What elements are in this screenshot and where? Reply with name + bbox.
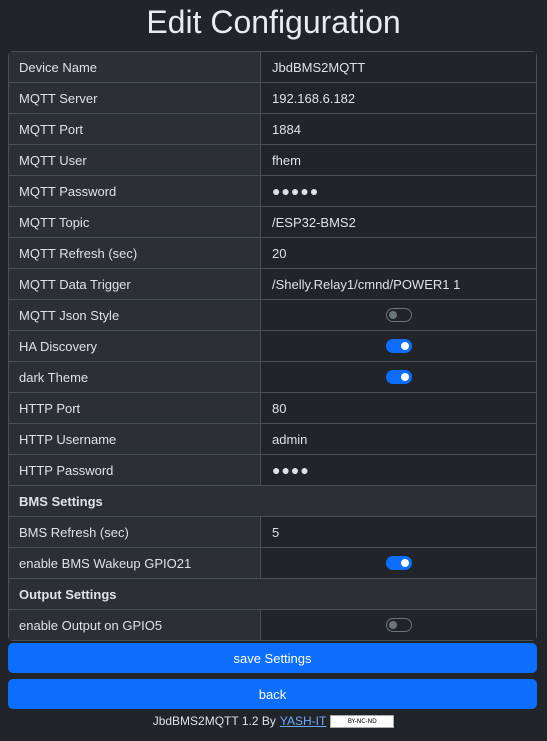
http-port-field[interactable]: 80: [261, 393, 536, 423]
setting-row-mqtt-json-style: MQTT Json Style: [8, 300, 537, 331]
setting-label: Device Name: [9, 52, 261, 82]
setting-row-http-password: HTTP Password ●●●●: [8, 455, 537, 486]
device-name-field[interactable]: JbdBMS2MQTT: [261, 52, 536, 82]
setting-row-bms-wakeup: enable BMS Wakeup GPIO21: [8, 548, 537, 579]
setting-label: MQTT Data Trigger: [9, 269, 261, 299]
setting-row-mqtt-port: MQTT Port 1884: [8, 114, 537, 145]
http-username-field[interactable]: admin: [261, 424, 536, 454]
setting-label: MQTT Json Style: [9, 300, 261, 330]
bms-wakeup-toggle[interactable]: [385, 556, 412, 570]
toggle-knob: [400, 373, 409, 381]
setting-label: enable BMS Wakeup GPIO21: [9, 548, 261, 578]
setting-row-mqtt-password: MQTT Password ●●●●●: [8, 176, 537, 207]
setting-row-mqtt-user: MQTT User fhem: [8, 145, 537, 176]
http-password-field[interactable]: ●●●●: [261, 455, 536, 485]
setting-label: HA Discovery: [9, 331, 261, 361]
mqtt-password-field[interactable]: ●●●●●: [261, 176, 536, 206]
output-settings-heading: Output Settings: [8, 579, 537, 610]
setting-label: BMS Refresh (sec): [9, 517, 261, 547]
setting-row-http-port: HTTP Port 80: [8, 393, 537, 424]
setting-row-ha-discovery: HA Discovery: [8, 331, 537, 362]
mqtt-server-field[interactable]: 192.168.6.182: [261, 83, 536, 113]
bms-refresh-field[interactable]: 5: [261, 517, 536, 547]
mqtt-data-trigger-field[interactable]: /Shelly.Relay1/cmnd/POWER1 1: [261, 269, 536, 299]
output-gpio-toggle[interactable]: [385, 618, 412, 632]
setting-label: MQTT Port: [9, 114, 261, 144]
setting-row-mqtt-server: MQTT Server 192.168.6.182: [8, 83, 537, 114]
settings-table: Device Name JbdBMS2MQTT MQTT Server 192.…: [8, 51, 537, 641]
yash-it-link[interactable]: YASH-IT: [280, 714, 326, 728]
toggle-knob: [388, 311, 397, 319]
setting-row-output-gpio: enable Output on GPIO5: [8, 610, 537, 641]
setting-row-dark-theme: dark Theme: [8, 362, 537, 393]
mqtt-json-style-toggle[interactable]: [385, 308, 412, 322]
setting-row-device-name: Device Name JbdBMS2MQTT: [8, 51, 537, 83]
setting-label: enable Output on GPIO5: [9, 610, 261, 640]
setting-row-bms-refresh: BMS Refresh (sec) 5: [8, 517, 537, 548]
ha-discovery-toggle[interactable]: [385, 339, 412, 353]
setting-label: MQTT Refresh (sec): [9, 238, 261, 268]
mqtt-topic-field[interactable]: /ESP32-BMS2: [261, 207, 536, 237]
cc-license-badge[interactable]: BY-NC-ND: [330, 714, 395, 728]
toggle-knob: [388, 621, 397, 629]
bms-settings-heading: BMS Settings: [8, 486, 537, 517]
mqtt-port-field[interactable]: 1884: [261, 114, 536, 144]
setting-label: MQTT Password: [9, 176, 261, 206]
setting-label: HTTP Username: [9, 424, 261, 454]
setting-label: dark Theme: [9, 362, 261, 392]
footer-text: JbdBMS2MQTT 1.2 By: [152, 714, 276, 728]
setting-row-http-username: HTTP Username admin: [8, 424, 537, 455]
setting-label: MQTT Topic: [9, 207, 261, 237]
setting-label: HTTP Password: [9, 455, 261, 485]
save-settings-button[interactable]: save Settings: [8, 643, 537, 673]
setting-label: HTTP Port: [9, 393, 261, 423]
setting-row-mqtt-refresh: MQTT Refresh (sec) 20: [8, 238, 537, 269]
setting-label: MQTT User: [9, 145, 261, 175]
setting-row-mqtt-topic: MQTT Topic /ESP32-BMS2: [8, 207, 537, 238]
setting-label: MQTT Server: [9, 83, 261, 113]
toggle-knob: [400, 559, 409, 567]
back-button[interactable]: back: [8, 679, 537, 709]
toggle-knob: [400, 342, 409, 350]
page-title: Edit Configuration: [146, 4, 401, 40]
dark-theme-toggle[interactable]: [385, 370, 412, 384]
footer: JbdBMS2MQTT 1.2 By YASH-IT BY-NC-ND: [0, 714, 547, 728]
mqtt-refresh-field[interactable]: 20: [261, 238, 536, 268]
mqtt-user-field[interactable]: fhem: [261, 145, 536, 175]
setting-row-mqtt-data-trigger: MQTT Data Trigger /Shelly.Relay1/cmnd/PO…: [8, 269, 537, 300]
